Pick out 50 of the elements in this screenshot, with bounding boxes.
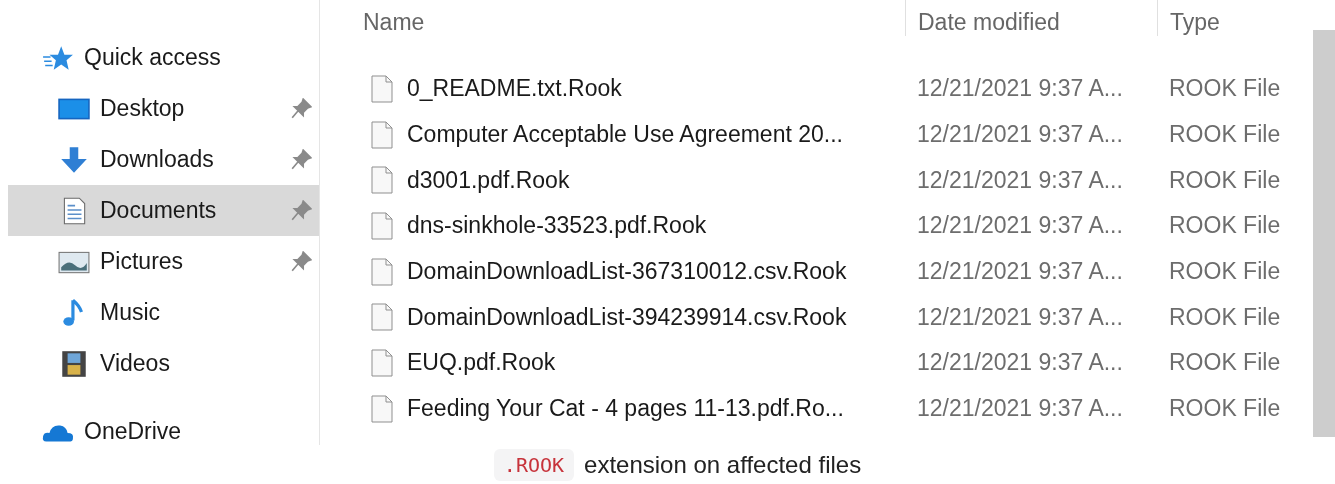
date-cell-text: 12/21/2021 9:37 A... [916,395,1124,423]
file-name[interactable]: EUQ.pdf.Rook [407,349,556,377]
inline-code: .ROOK [493,448,575,481]
type-cell-text: ROOK File [1168,258,1282,286]
sidebar-item[interactable]: Desktop [8,83,319,134]
pin-icon [290,97,312,120]
sidebar-item[interactable]: Downloads [8,134,319,185]
file-name[interactable]: DomainDownloadList-394239914.csv.Rook [407,303,847,331]
file-icon [371,394,393,423]
type-cell-text: ROOK File [1168,166,1282,194]
type-cell-text: ROOK File [1168,349,1282,377]
column-header[interactable]: Type [1157,0,1307,36]
sidebar-item[interactable]: Music [8,287,319,338]
type-cell-text: ROOK File [1168,303,1282,331]
file-icon [371,166,393,195]
sidebar-item[interactable]: Documents [8,185,319,236]
file-icon [371,348,393,377]
file-name[interactable]: d3001.pdf.Rook [407,166,570,194]
date-cell-text: 12/21/2021 9:37 A... [916,349,1124,377]
file-icon [371,257,393,286]
file-name[interactable]: dns-sinkhole-33523.pdf.Rook [407,212,707,240]
date-cell-text: 12/21/2021 9:37 A... [916,303,1124,331]
file-name[interactable]: Computer Acceptable Use Agreement 20... [407,121,843,149]
type-cell-text: ROOK File [1168,212,1282,240]
sidebar-item[interactable]: OneDrive [8,406,319,445]
date-cell-text: 12/21/2021 9:37 A... [916,121,1124,149]
column-header[interactable]: Name [325,0,905,36]
column-header[interactable]: Date modified [905,0,1157,36]
sidebar-item[interactable]: Pictures [8,236,319,287]
date-cell-text: 12/21/2021 9:37 A... [916,212,1124,240]
pin-icon [290,148,312,171]
file-icon [371,74,393,103]
type-cell-text: ROOK File [1168,395,1282,423]
pin-icon [290,199,312,222]
date-cell-text: 12/21/2021 9:37 A... [916,166,1124,194]
date-cell-text: 12/21/2021 9:37 A... [916,75,1124,103]
type-cell-text: ROOK File [1168,121,1282,149]
file-name[interactable]: DomainDownloadList-367310012.csv.Rook [407,258,847,286]
file-name[interactable]: 0_README.txt.Rook [407,75,622,103]
date-cell-text: 12/21/2021 9:37 A... [916,258,1124,286]
caption: extension on affected files [584,450,862,479]
file-icon [371,120,393,149]
type-cell-text: ROOK File [1168,75,1282,103]
sidebar-item[interactable]: Quick access [8,32,319,83]
pin-icon [290,250,312,273]
file-icon [371,303,393,332]
scrollbar[interactable] [1313,30,1335,437]
file-name[interactable]: Feeding Your Cat - 4 pages 11-13.pdf.Ro... [407,395,844,423]
file-icon [371,211,393,240]
sidebar-item[interactable]: Videos [8,338,319,389]
